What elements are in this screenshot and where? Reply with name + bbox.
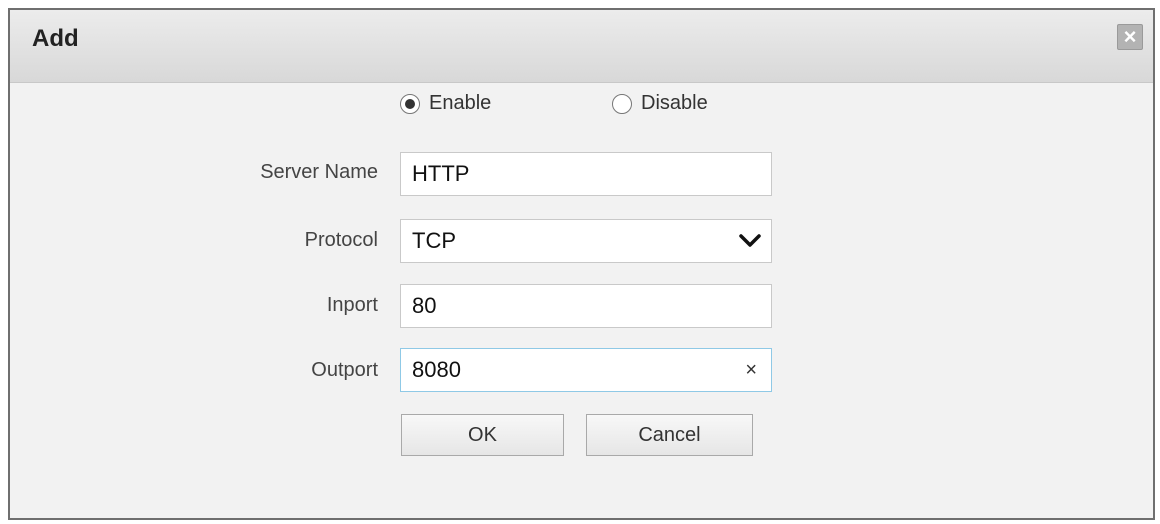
ok-button[interactable]: OK: [401, 414, 564, 456]
disable-label: Disable: [641, 92, 708, 114]
server-name-label: Server Name: [260, 161, 378, 183]
disable-radio-option[interactable]: Disable: [612, 92, 708, 115]
protocol-label: Protocol: [304, 229, 378, 251]
protocol-select[interactable]: TCP: [400, 219, 772, 263]
close-button[interactable]: ×: [1117, 24, 1143, 50]
dialog-titlebar: Add ×: [10, 10, 1153, 83]
enable-radio-option[interactable]: Enable: [400, 92, 491, 115]
cancel-button[interactable]: Cancel: [586, 414, 753, 456]
enable-radio[interactable]: [400, 93, 420, 114]
clear-icon[interactable]: ×: [745, 349, 757, 391]
outport-label: Outport: [311, 359, 378, 381]
inport-label: Inport: [326, 294, 378, 316]
close-icon: ×: [1123, 24, 1137, 49]
server-name-input[interactable]: HTTP: [400, 152, 772, 196]
protocol-value: TCP: [412, 228, 456, 253]
add-dialog: Add × Enable Disable Server Name HTTP Pr…: [8, 8, 1155, 520]
inport-input[interactable]: 80: [400, 284, 772, 328]
outport-value: 8080: [412, 357, 461, 382]
dialog-title: Add: [32, 25, 79, 52]
chevron-down-icon: [739, 234, 761, 247]
outport-input[interactable]: 8080 ×: [400, 348, 772, 392]
disable-radio[interactable]: [612, 93, 632, 114]
enable-label: Enable: [429, 92, 492, 114]
